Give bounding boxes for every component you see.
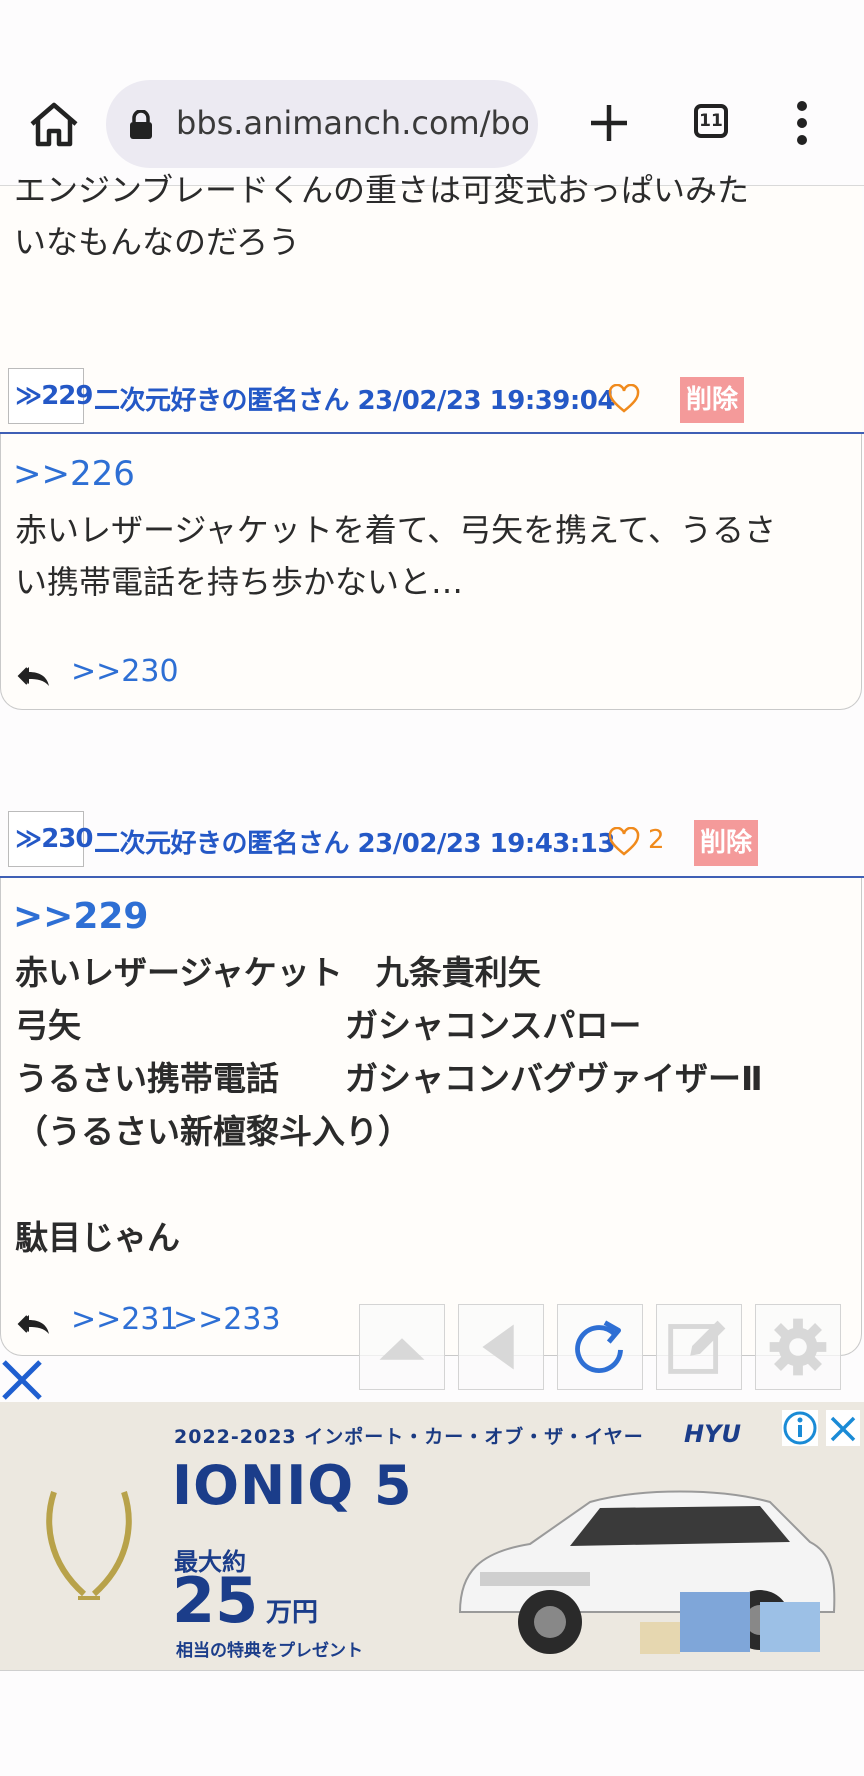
poster-info: 二次元好きの匿名さん 23/02/23 19:43:13 [94, 829, 615, 859]
like-icon[interactable] [608, 384, 640, 414]
delete-button[interactable]: 削除 [694, 820, 759, 866]
url-text: bbs.animanch.com/bo [176, 104, 528, 142]
quote-anchor-link[interactable]: >>229 [13, 896, 148, 937]
edit-icon [668, 1320, 726, 1374]
ad-title: IONIQ 5 [172, 1454, 413, 1517]
address-bar[interactable]: bbs.animanch.com/bo [106, 80, 538, 168]
back-button[interactable] [458, 1304, 544, 1390]
ad-brand: HYU [684, 1420, 741, 1448]
post-text: エンジンブレードくんの重さは可変式おっぱいみた いなもんなのだろう [14, 171, 750, 261]
post-text: 赤いレザージャケット 九条貴利矢 弓矢 ガシャコンスパロー うるさい携帯電話 ガ… [15, 953, 763, 1257]
new-tab-icon[interactable] [588, 102, 630, 144]
award-emblem-icon [46, 1491, 132, 1600]
post-number-button[interactable]: ≫230 [8, 811, 94, 867]
car-image [458, 1490, 836, 1654]
home-icon[interactable] [28, 100, 80, 148]
poster-info: 二次元好きの匿名さん 23/02/23 19:39:04 [94, 386, 615, 416]
ad-headline: 2022-2023 インポート・カー・オブ・ザ・イヤー [174, 1426, 644, 1448]
lock-icon [130, 110, 152, 139]
quote-anchor-link[interactable]: >>226 [13, 454, 135, 494]
reload-button[interactable] [557, 1304, 643, 1390]
reply-icon [17, 1315, 49, 1334]
ad-amount: 25 [172, 1564, 259, 1637]
reply-link[interactable]: >>233 [173, 1302, 281, 1337]
ad-divider [0, 1670, 864, 1671]
more-menu-icon[interactable] [790, 98, 814, 148]
ad-unit: 万円 [266, 1598, 319, 1628]
scroll-up-icon [379, 1338, 425, 1360]
back-icon [482, 1324, 514, 1370]
post-card-230: >>229 赤いレザージャケット 九条貴利矢 弓矢 ガシャコンスパロー うるさい… [0, 878, 862, 1356]
post-header-229: ≫229 二次元好きの匿名さん 23/02/23 19:39:04 削除 [0, 368, 864, 426]
post-header-230: ≫230 二次元好きの匿名さん 23/02/23 19:43:13 2 削除 [0, 811, 864, 869]
close-icon[interactable] [0, 1358, 44, 1402]
post-number-button[interactable]: ≫229 [8, 368, 94, 424]
settings-button[interactable] [755, 1304, 841, 1390]
edit-button[interactable] [656, 1304, 742, 1390]
delete-button[interactable]: 削除 [680, 377, 745, 423]
browser-toolbar: bbs.animanch.com/bo 11 [0, 0, 864, 186]
ad-banner[interactable]: 2022-2023 インポート・カー・オブ・ザ・イヤー IONIQ 5 最大約 … [0, 1402, 864, 1670]
reply-link[interactable]: >>231 [71, 1302, 179, 1337]
ad-subtext: 相当の特典をプレゼント [176, 1641, 363, 1661]
post-text: 赤いレザージャケットを着て、弓矢を携えて、うるさ い携帯電話を持ち歩かないと… [15, 511, 776, 601]
reload-icon [575, 1320, 623, 1373]
settings-icon [769, 1318, 827, 1376]
like-icon[interactable] [608, 827, 640, 857]
scroll-up-button[interactable] [359, 1304, 445, 1390]
reply-link[interactable]: >>230 [71, 654, 179, 689]
tab-switcher-button[interactable]: 11 [694, 104, 728, 138]
ad-close-icon[interactable] [826, 1410, 860, 1446]
like-count: 2 [648, 825, 665, 855]
ad-info-icon[interactable] [782, 1410, 818, 1446]
reply-icon [17, 667, 49, 686]
post-card-229: >>226 赤いレザージャケットを着て、弓矢を携えて、うるさ い携帯電話を持ち歩… [0, 434, 862, 710]
